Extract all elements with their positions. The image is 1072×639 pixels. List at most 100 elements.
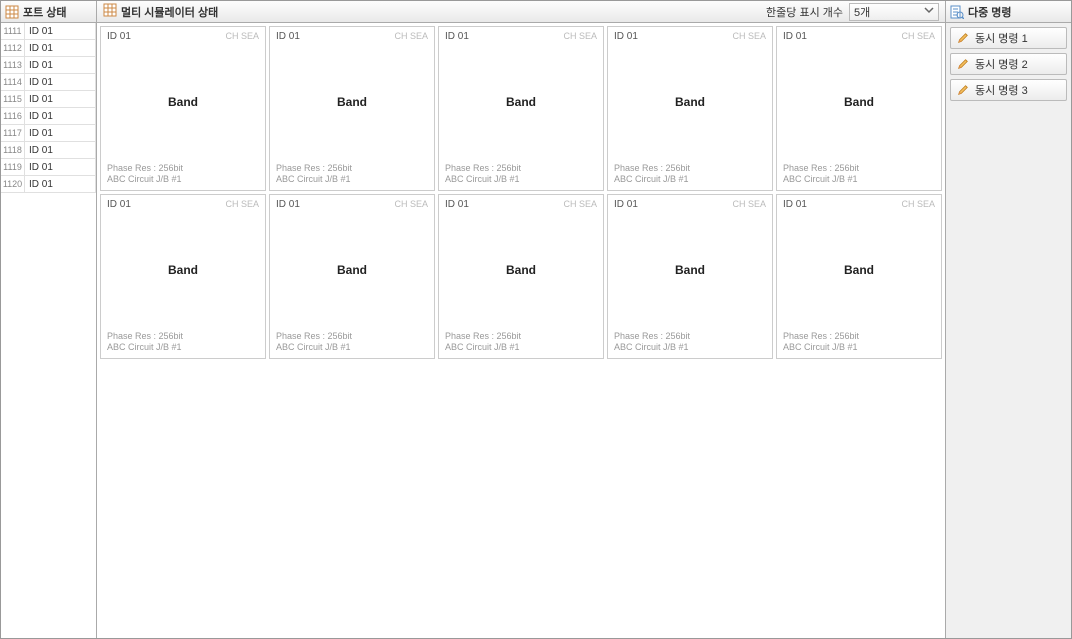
- simulator-card-phase: Phase Res : 256bit: [783, 163, 935, 175]
- simulator-card[interactable]: ID 01 CH SEABandPhase Res : 256bitABC Cir…: [438, 194, 604, 359]
- simulator-card[interactable]: ID 01CH SEABandPhase Res : 256bitABC Cir…: [269, 26, 435, 191]
- simulator-card-phase: Phase Res : 256bit: [445, 163, 597, 175]
- simulator-card[interactable]: ID 01CH SEABandPhase Res : 256bitABC Cir…: [100, 26, 266, 191]
- simulator-card-footer: Phase Res : 256bitABC Circuit J/B #1: [107, 163, 259, 186]
- multi-command-title: 다중 명령: [968, 4, 1012, 20]
- simulator-card-header: ID 01 CH SEA: [276, 199, 428, 210]
- simulator-card-channel: CH SEA: [732, 199, 766, 210]
- port-list[interactable]: 1111ID 011112ID 011113ID 011114ID 011115…: [1, 23, 96, 638]
- multi-command-header: 다중 명령: [946, 1, 1071, 23]
- simulator-card-footer: Phase Res : 256bitABC Circuit J/B #1: [445, 163, 597, 186]
- simulator-card-header: ID 01 CH SEA: [783, 199, 935, 210]
- simulator-card-circuit: ABC Circuit J/B #1: [445, 174, 597, 186]
- simulator-card-id: ID 01: [276, 199, 300, 210]
- port-row[interactable]: 1112ID 01: [1, 40, 96, 57]
- simulator-card-band: Band: [614, 210, 766, 331]
- port-id: ID 01: [25, 108, 96, 124]
- simulator-card-band: Band: [445, 210, 597, 331]
- command-button[interactable]: 동시 명령 1: [950, 27, 1067, 49]
- port-number: 1111: [1, 23, 25, 39]
- simulator-card-channel: CH SEA: [225, 31, 259, 42]
- port-row[interactable]: 1117ID 01: [1, 125, 96, 142]
- simulator-card-header: ID 01CH SEA: [107, 199, 259, 210]
- simulator-card-header: ID 01 CH SEA: [614, 31, 766, 42]
- port-id: ID 01: [25, 159, 96, 175]
- simulator-card-footer: Phase Res : 256bitABC Circuit J/B #1: [276, 163, 428, 186]
- simulator-card-band: Band: [445, 42, 597, 163]
- port-row[interactable]: 1120ID 01: [1, 176, 96, 193]
- simulator-card-circuit: ABC Circuit J/B #1: [107, 174, 259, 186]
- simulator-card[interactable]: ID 01CH SEABandPhase Res : 256bitABC Cir…: [100, 194, 266, 359]
- simulator-card[interactable]: ID 01 CH SEABandPhase Res : 256bitABC Cir…: [776, 194, 942, 359]
- simulator-card[interactable]: ID 01CH SEABandPhase Res : 256bitABC Cir…: [607, 26, 773, 191]
- command-button-label: 동시 명령 2: [975, 56, 1028, 72]
- simulator-card-circuit: ABC Circuit J/B #1: [276, 342, 428, 354]
- simulator-card-id: ID 01: [107, 199, 131, 210]
- port-status-title: 포트 상태: [23, 4, 67, 20]
- simulator-card-circuit: ABC Circuit J/B #1: [614, 174, 766, 186]
- count-per-row-label: 한줄당 표시 개수: [766, 4, 843, 20]
- port-number: 1116: [1, 108, 25, 124]
- port-number: 1115: [1, 91, 25, 107]
- simulator-card-footer: Phase Res : 256bitABC Circuit J/B #1: [614, 163, 766, 186]
- simulator-card[interactable]: ID 01CH SEABandPhase Res : 256bitABC Cir…: [776, 26, 942, 191]
- port-id: ID 01: [25, 40, 96, 56]
- simulator-card-channel: CH SEA: [732, 31, 766, 42]
- port-row[interactable]: 1116ID 01: [1, 108, 96, 125]
- port-id: ID 01: [25, 125, 96, 141]
- simulator-grid: ID 01CH SEABandPhase Res : 256bitABC Cir…: [100, 26, 942, 359]
- port-number: 1120: [1, 176, 25, 192]
- command-list: 동시 명령 1 동시 명령 2 동시 명령 3: [946, 23, 1071, 105]
- simulator-card-footer: Phase Res : 256bitABC Circuit J/B #1: [445, 331, 597, 354]
- simulator-card-id: ID 01: [107, 31, 131, 42]
- simulator-card-band: Band: [276, 42, 428, 163]
- port-row[interactable]: 1113ID 01: [1, 57, 96, 74]
- simulator-card[interactable]: ID 01CH SEABandPhase Res : 256bitABC Cir…: [438, 26, 604, 191]
- simulator-card-id: ID 01: [783, 31, 807, 42]
- simulator-card-channel: CH SEA: [901, 31, 935, 42]
- search-list-icon: [950, 5, 964, 19]
- simulator-status-panel: 멀티 시뮬레이터 상태 한줄당 표시 개수 5개 ID 01CH SEABand…: [97, 1, 946, 638]
- simulator-card-circuit: ABC Circuit J/B #1: [783, 174, 935, 186]
- simulator-card-channel: CH SEA: [394, 31, 428, 42]
- port-id: ID 01: [25, 74, 96, 90]
- simulator-card-band: Band: [783, 210, 935, 331]
- simulator-card-id: ID 01: [445, 199, 469, 210]
- simulator-card-id: ID 01: [783, 199, 807, 210]
- simulator-card-footer: Phase Res : 256bitABC Circuit J/B #1: [276, 331, 428, 354]
- simulator-card-id: ID 01: [445, 31, 469, 42]
- port-row[interactable]: 1111ID 01: [1, 23, 96, 40]
- simulator-card-phase: Phase Res : 256bit: [276, 163, 428, 175]
- command-button[interactable]: 동시 명령 2: [950, 53, 1067, 75]
- chevron-down-icon: [924, 5, 934, 18]
- port-number: 1113: [1, 57, 25, 73]
- command-button[interactable]: 동시 명령 3: [950, 79, 1067, 101]
- port-row[interactable]: 1118ID 01: [1, 142, 96, 159]
- simulator-card-header: ID 01CH SEA: [445, 31, 597, 42]
- simulator-card-channel: CH SEA: [394, 199, 428, 210]
- port-id: ID 01: [25, 57, 96, 73]
- port-id: ID 01: [25, 176, 96, 192]
- simulator-status-header: 멀티 시뮬레이터 상태 한줄당 표시 개수 5개: [97, 1, 945, 23]
- simulator-card-channel: CH SEA: [563, 199, 597, 210]
- simulator-card-channel: CH SEA: [901, 199, 935, 210]
- port-row[interactable]: 1119ID 01: [1, 159, 96, 176]
- command-button-label: 동시 명령 3: [975, 82, 1028, 98]
- simulator-card-footer: Phase Res : 256bitABC Circuit J/B #1: [783, 331, 935, 354]
- simulator-card-header: ID 01 CH SEA: [445, 199, 597, 210]
- simulator-card-circuit: ABC Circuit J/B #1: [614, 342, 766, 354]
- pencil-icon: [957, 32, 969, 44]
- simulator-card-header: ID 01 CH SEA: [107, 31, 259, 42]
- port-id: ID 01: [25, 23, 96, 39]
- simulator-card[interactable]: ID 01CH SEABandPhase Res : 256bitABC Cir…: [269, 194, 435, 359]
- simulator-card-id: ID 01: [614, 31, 638, 42]
- port-row[interactable]: 1114ID 01: [1, 74, 96, 91]
- port-row[interactable]: 1115ID 01: [1, 91, 96, 108]
- count-per-row-select[interactable]: 5개: [849, 3, 939, 21]
- simulator-grid-scroll[interactable]: ID 01CH SEABandPhase Res : 256bitABC Cir…: [97, 23, 945, 638]
- grid-icon: [5, 5, 19, 19]
- simulator-card-phase: Phase Res : 256bit: [107, 331, 259, 343]
- port-status-header: 포트 상태: [1, 1, 96, 23]
- simulator-card[interactable]: ID 01CH SEABandPhase Res : 256bitABC Cir…: [607, 194, 773, 359]
- simulator-card-circuit: ABC Circuit J/B #1: [783, 342, 935, 354]
